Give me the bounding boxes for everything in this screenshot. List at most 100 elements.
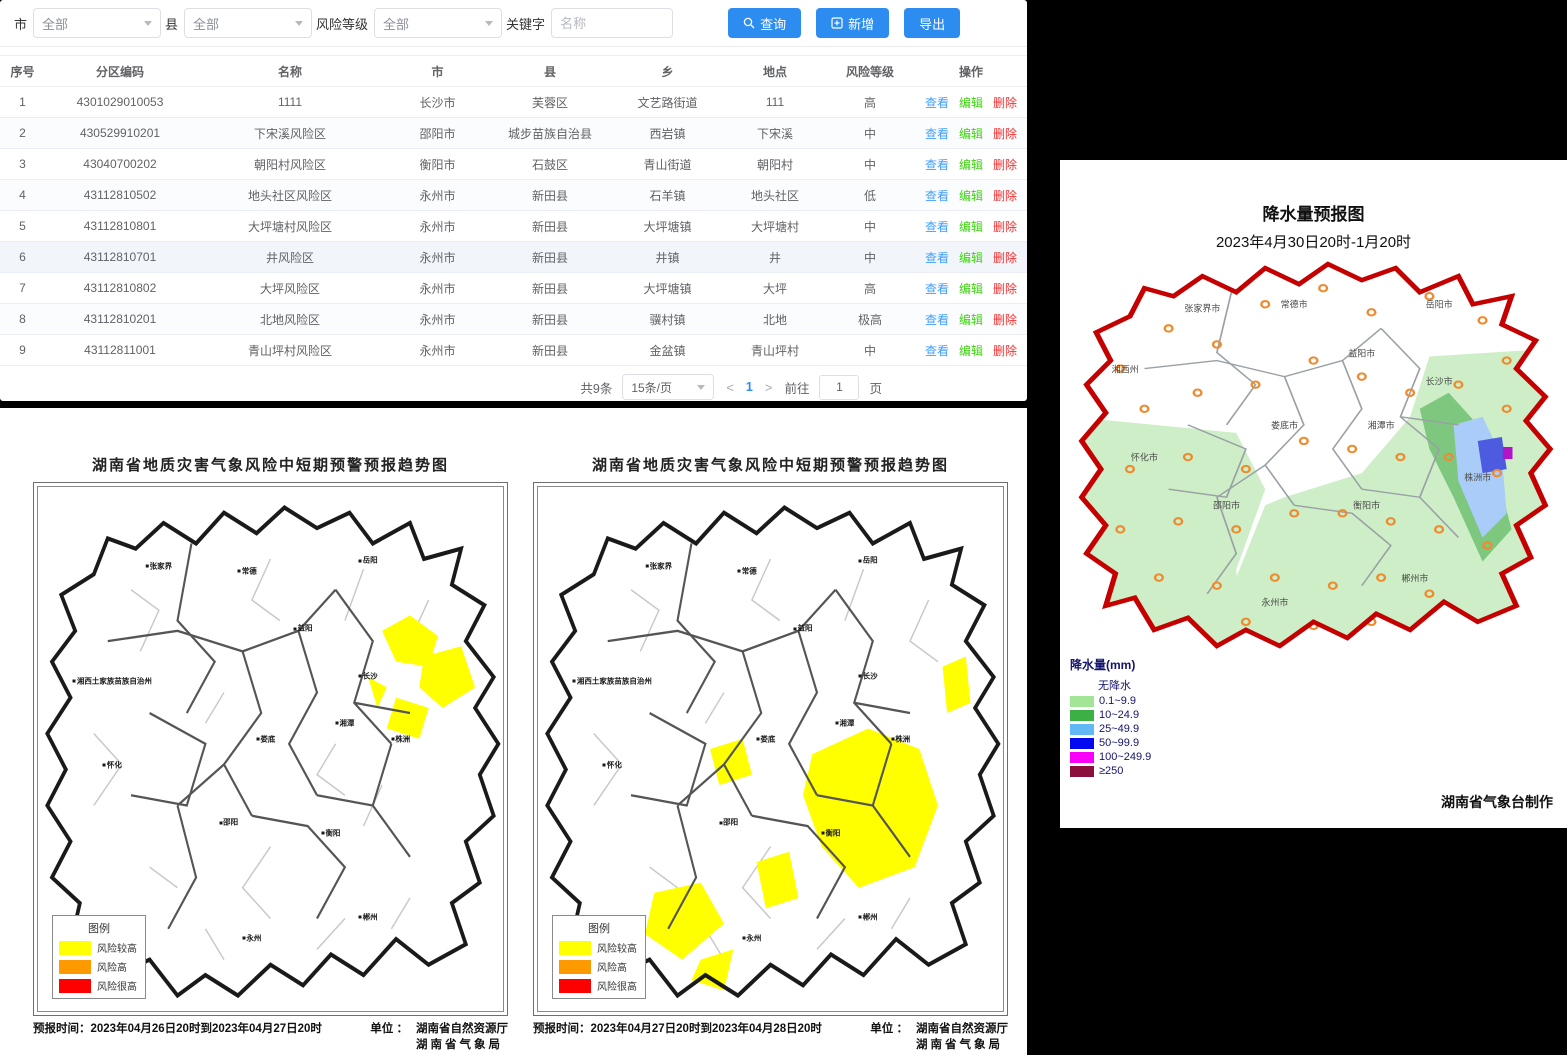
edit-link[interactable]: 编辑 bbox=[959, 251, 983, 265]
delete-link[interactable]: 删除 bbox=[993, 313, 1017, 327]
legend-label: 风险较高 bbox=[97, 940, 137, 955]
legend-swatch bbox=[1070, 724, 1094, 735]
cell-county: 新田县 bbox=[490, 180, 610, 211]
delete-link[interactable]: 删除 bbox=[993, 189, 1017, 203]
cell-town: 文艺路街道 bbox=[610, 87, 725, 118]
cell-city: 长沙市 bbox=[385, 87, 490, 118]
city-select[interactable]: 全部 bbox=[33, 8, 161, 38]
map-frame: 张家界常德岳阳湘西土家族苗族自治州益阳长沙湘潭株洲娄底怀化邵阳衡阳永州郴州 图例… bbox=[33, 482, 508, 1016]
legend-label: 风险高 bbox=[597, 959, 627, 974]
edit-link[interactable]: 编辑 bbox=[959, 220, 983, 234]
risk-level-select[interactable]: 全部 bbox=[374, 8, 502, 38]
edit-link[interactable]: 编辑 bbox=[959, 158, 983, 172]
column-header: 操作 bbox=[915, 56, 1027, 87]
edit-link[interactable]: 编辑 bbox=[959, 96, 983, 110]
edit-link[interactable]: 编辑 bbox=[959, 282, 983, 296]
edit-link[interactable]: 编辑 bbox=[959, 344, 983, 358]
search-button[interactable]: 查询 bbox=[728, 8, 801, 38]
delete-link[interactable]: 删除 bbox=[993, 282, 1017, 296]
add-button[interactable]: 新增 bbox=[816, 8, 889, 38]
keyword-input[interactable] bbox=[551, 8, 673, 38]
column-header: 地点 bbox=[725, 56, 825, 87]
plus-square-icon bbox=[831, 17, 843, 29]
cell-actions: 查看编辑删除 bbox=[915, 149, 1027, 180]
delete-link[interactable]: 删除 bbox=[993, 251, 1017, 265]
cell-actions: 查看编辑删除 bbox=[915, 304, 1027, 335]
export-button[interactable]: 导出 bbox=[904, 8, 960, 38]
goto-page-input[interactable] bbox=[819, 375, 859, 400]
cell-county: 芙蓉区 bbox=[490, 87, 610, 118]
legend-label: 风险较高 bbox=[597, 940, 637, 955]
cell-county: 石鼓区 bbox=[490, 149, 610, 180]
risk-level-filter-label: 风险等级 bbox=[316, 14, 368, 33]
trend-maps-panel: 湖南省地质灾害气象风险中短期预警预报趋势图 bbox=[0, 408, 1027, 1055]
trend-legend: 图例 风险较高风险高风险很高 bbox=[52, 915, 146, 999]
trend-map-title: 湖南省地质灾害气象风险中短期预警预报趋势图 bbox=[533, 454, 1008, 475]
city-filter-label: 市 bbox=[14, 14, 27, 33]
cell-location: 111 bbox=[725, 87, 825, 118]
cell-no: 8 bbox=[0, 304, 45, 335]
legend-item: 风险较高 bbox=[559, 940, 639, 955]
page-size-select[interactable]: 15条/页 bbox=[622, 374, 714, 400]
legend-label: 10~24.9 bbox=[1099, 709, 1139, 721]
current-page[interactable]: 1 bbox=[746, 380, 753, 394]
table-row: 643112810701井风险区永州市新田县井镇井中查看编辑删除 bbox=[0, 242, 1027, 273]
edit-link[interactable]: 编辑 bbox=[959, 189, 983, 203]
cell-code: 43112810701 bbox=[45, 242, 195, 273]
cell-name: 井风险区 bbox=[195, 242, 385, 273]
cell-name: 青山坪村风险区 bbox=[195, 335, 385, 366]
view-link[interactable]: 查看 bbox=[925, 189, 949, 203]
risk-zone-table: 序号分区编码名称市县乡地点风险等级操作 143010290100531111长沙… bbox=[0, 55, 1027, 366]
column-header: 风险等级 bbox=[825, 56, 915, 87]
view-link[interactable]: 查看 bbox=[925, 158, 949, 172]
unit-line2: 湖南省气象局 bbox=[916, 1036, 1008, 1052]
legend-swatch bbox=[59, 941, 91, 955]
cell-county: 新田县 bbox=[490, 211, 610, 242]
cell-risk: 极高 bbox=[825, 304, 915, 335]
forecast-time: 预报时间：2023年04月26日20时到2023年04月27日20时 bbox=[33, 1020, 322, 1052]
legend-swatch bbox=[559, 979, 591, 993]
legend-no-rain: 无降水 bbox=[1098, 677, 1151, 693]
column-header: 县 bbox=[490, 56, 610, 87]
legend-label: 0.1~9.9 bbox=[1099, 695, 1136, 707]
cell-actions: 查看编辑删除 bbox=[915, 211, 1027, 242]
view-link[interactable]: 查看 bbox=[925, 220, 949, 234]
cell-town: 西岩镇 bbox=[610, 118, 725, 149]
delete-link[interactable]: 删除 bbox=[993, 220, 1017, 234]
cell-name: 1111 bbox=[195, 87, 385, 118]
unit-line1: 湖南省自然资源厅 bbox=[916, 1020, 1008, 1036]
next-page-button[interactable]: > bbox=[763, 380, 775, 395]
legend-item: 0.1~9.9 bbox=[1070, 695, 1151, 707]
delete-link[interactable]: 删除 bbox=[993, 158, 1017, 172]
legend-item: 50~99.9 bbox=[1070, 737, 1151, 749]
cell-no: 3 bbox=[0, 149, 45, 180]
view-link[interactable]: 查看 bbox=[925, 96, 949, 110]
view-link[interactable]: 查看 bbox=[925, 251, 949, 265]
cell-actions: 查看编辑删除 bbox=[915, 242, 1027, 273]
trend-map-footer: 预报时间：2023年04月26日20时到2023年04月27日20时 单位 ： … bbox=[33, 1020, 508, 1052]
cell-name: 大坪塘村风险区 bbox=[195, 211, 385, 242]
map-frame: 张家界常德岳阳湘西土家族苗族自治州益阳长沙湘潭株洲娄底怀化邵阳衡阳永州郴州 图例… bbox=[533, 482, 1008, 1016]
view-link[interactable]: 查看 bbox=[925, 282, 949, 296]
view-link[interactable]: 查看 bbox=[925, 127, 949, 141]
cell-no: 5 bbox=[0, 211, 45, 242]
table-row: 143010290100531111长沙市芙蓉区文艺路街道111高查看编辑删除 bbox=[0, 87, 1027, 118]
view-link[interactable]: 查看 bbox=[925, 313, 949, 327]
cell-actions: 查看编辑删除 bbox=[915, 335, 1027, 366]
county-select[interactable]: 全部 bbox=[184, 8, 312, 38]
legend-swatch bbox=[559, 960, 591, 974]
cell-no: 6 bbox=[0, 242, 45, 273]
delete-link[interactable]: 删除 bbox=[993, 96, 1017, 110]
cell-name: 下宋溪风险区 bbox=[195, 118, 385, 149]
edit-link[interactable]: 编辑 bbox=[959, 313, 983, 327]
delete-link[interactable]: 删除 bbox=[993, 344, 1017, 358]
legend-item: 风险高 bbox=[59, 959, 139, 974]
prev-page-button[interactable]: < bbox=[724, 380, 736, 395]
view-link[interactable]: 查看 bbox=[925, 344, 949, 358]
edit-link[interactable]: 编辑 bbox=[959, 127, 983, 141]
column-header: 分区编码 bbox=[45, 56, 195, 87]
column-header: 乡 bbox=[610, 56, 725, 87]
trend-legend: 图例 风险较高风险高风险很高 bbox=[552, 915, 646, 999]
delete-link[interactable]: 删除 bbox=[993, 127, 1017, 141]
cell-no: 9 bbox=[0, 335, 45, 366]
